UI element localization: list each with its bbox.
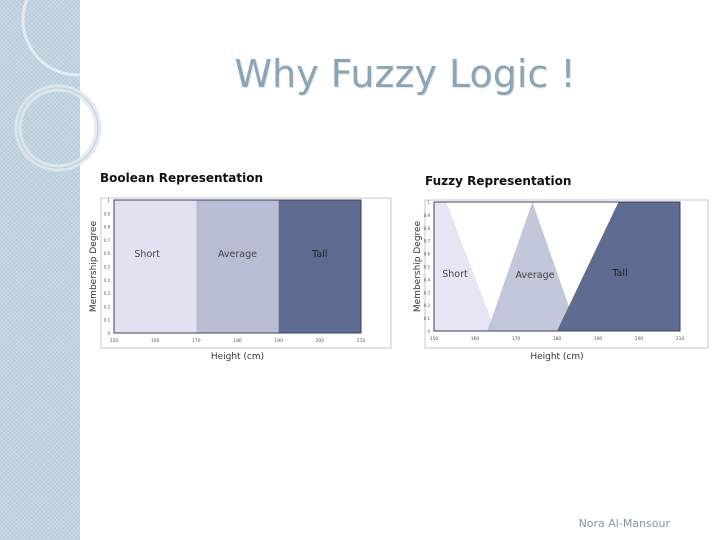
y-tick-label: 0.3	[424, 290, 431, 295]
x-tick-label: 210	[357, 338, 366, 344]
x-tick-label: 160	[471, 336, 480, 342]
author-footer: Nora Al-Mansour	[578, 517, 670, 530]
x-tick-label: 180	[553, 336, 562, 342]
x-tick-label: 190	[274, 338, 283, 344]
region-label-short: Short	[134, 249, 160, 260]
x-tick-label: 150	[430, 336, 439, 342]
x-tick-label: 200	[635, 336, 644, 342]
y-tick-label: 0.1	[104, 318, 111, 323]
y-axis-label: Membership Degree	[413, 220, 423, 312]
y-tick-label: 0.5	[104, 265, 111, 270]
y-tick-label: 0.7	[104, 238, 111, 243]
fuzzy-representation-panel: Fuzzy Representation 1 0.9 0.8 0.7 0.6 0.5 0.4…	[408, 172, 713, 367]
x-axis-label: Height (cm)	[530, 352, 583, 362]
y-tick-label: 0.7	[424, 239, 431, 244]
y-tick-label: 0.4	[104, 278, 111, 283]
y-tick-label: 0.1	[424, 316, 431, 321]
y-tick-label: 0.9	[104, 211, 111, 216]
x-axis-label: Height (cm)	[211, 352, 264, 362]
boolean-chart-title: Boolean Representation	[100, 171, 264, 185]
y-tick-label: 0.2	[104, 304, 111, 309]
side-decoration-band	[0, 0, 80, 540]
x-tick-label: 170	[512, 336, 521, 342]
boolean-representation-panel: Boolean Representation 1 0.9 0.8 0.7 0.6 0.5 0…	[86, 168, 396, 363]
y-tick-label: 0.5	[424, 265, 431, 270]
boolean-chart: 10.90.80.70.60.50.40.30.20.10150 160 170 18…	[89, 197, 392, 362]
slide-title: Why Fuzzy Logic !	[234, 52, 576, 96]
x-tick-label: 200	[316, 338, 325, 344]
y-axis-label: Membership Degree	[89, 220, 99, 312]
y-tick-label: 0.8	[424, 226, 431, 231]
y-tick-label: 0.4	[424, 277, 431, 282]
y-tick-label: 0.3	[104, 291, 111, 296]
set-label-average: Average	[515, 270, 554, 281]
x-tick-label: 150	[110, 338, 119, 344]
x-tick-label: 170	[192, 338, 201, 344]
region-label-average: Average	[218, 249, 257, 260]
region-average	[196, 200, 279, 333]
fuzzy-chart: 10.90.80.70.60.50.40.30.20.10150 160 170 18…	[413, 199, 709, 362]
y-tick-label: 0.9	[424, 213, 431, 218]
x-tick-label: 210	[676, 336, 685, 342]
region-label-tall: Tall	[311, 249, 327, 260]
region-short	[114, 200, 197, 333]
y-tick-label: 0.8	[104, 225, 111, 230]
region-tall	[278, 200, 361, 333]
x-tick-label: 160	[151, 338, 160, 344]
fuzzy-chart-title: Fuzzy Representation	[425, 174, 572, 188]
x-tick-label: 180	[233, 338, 242, 344]
y-tick-label: 0.2	[424, 303, 431, 308]
set-label-short: Short	[442, 269, 468, 280]
y-tick-label: 0.6	[424, 252, 431, 257]
set-label-tall: Tall	[611, 268, 627, 279]
x-tick-label: 190	[594, 336, 603, 342]
y-tick-label: 0.6	[104, 251, 111, 256]
